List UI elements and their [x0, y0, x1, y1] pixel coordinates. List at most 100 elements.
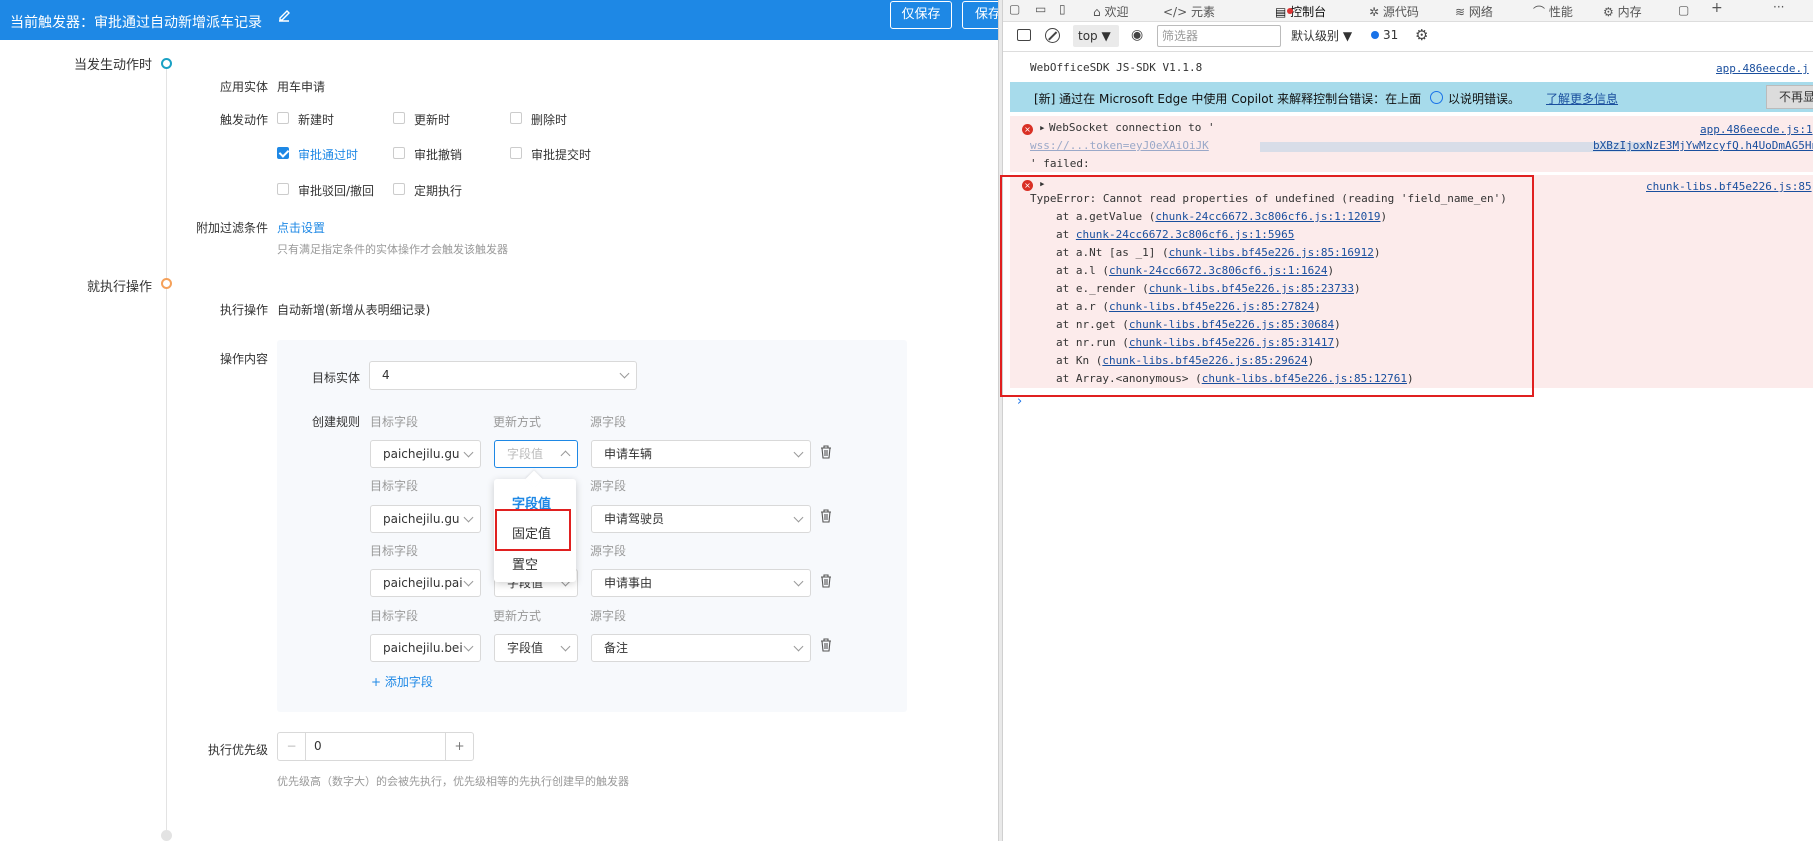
dont-show-again-button[interactable]: 不再显: [1766, 85, 1813, 109]
save-only-button[interactable]: 仅保存: [890, 1, 952, 29]
eye-icon[interactable]: ◉: [1131, 27, 1143, 43]
create-rule-label: 创建规则: [311, 415, 360, 429]
add-field-link[interactable]: + 添加字段: [371, 673, 433, 690]
content-label: 操作内容: [219, 352, 268, 366]
op-value: 自动新增(新增从表明细记录): [277, 303, 431, 317]
source-field-select-1[interactable]: 申请驾驶员: [591, 505, 811, 533]
tab-sources[interactable]: ✲ 源代码: [1369, 3, 1419, 20]
edit-icon[interactable]: [277, 8, 293, 24]
tab-elements[interactable]: </> 元素: [1163, 3, 1215, 20]
target-field-select-0[interactable]: paichejilu.gu: [370, 440, 481, 468]
delete-row-icon-3[interactable]: [820, 638, 832, 652]
ws-url-tail[interactable]: bXBzIjoxNzE3MjYwMzcyfQ.h4UoDmAG5Hn: [1593, 139, 1813, 152]
error-icon: ×: [1022, 124, 1033, 135]
expand-arrow-icon[interactable]: ▸: [1039, 121, 1046, 134]
col-target-header-2: 目标字段: [370, 544, 419, 558]
timeline-dot-execute: [161, 278, 172, 289]
device-toolbar-icon[interactable]: ▢: [1009, 2, 1020, 16]
update-mode-dropdown: 字段值 固定值 置空: [494, 470, 576, 582]
dropdown-option-empty[interactable]: 置空: [512, 554, 538, 573]
sidebar-icon[interactable]: [1017, 29, 1031, 41]
type-error-source[interactable]: chunk-libs.bf45e226.js:85: [1646, 180, 1812, 193]
save-button[interactable]: 保存: [962, 1, 998, 29]
target-field-select-2[interactable]: paichejilu.pai: [370, 569, 481, 597]
priority-input[interactable]: 0: [314, 733, 322, 760]
col-update-header-0: 更新方式: [493, 415, 542, 429]
ws-error-entry: × ▸ WebSocket connection to ' app.486eec…: [1010, 116, 1813, 172]
source-field-select-3[interactable]: 备注: [591, 634, 811, 662]
chevron-down-icon: [560, 641, 571, 652]
priority-increment-button[interactable]: +: [445, 733, 473, 760]
console-filter-input[interactable]: 筛选器: [1157, 25, 1281, 47]
target-field-select-3[interactable]: paichejilu.bei: [370, 634, 481, 662]
action-checkbox-4[interactable]: [393, 147, 405, 159]
entity-value: 用车申请: [277, 80, 326, 94]
add-tab-icon[interactable]: +: [1711, 0, 1723, 16]
action-label-2: 删除时: [531, 113, 568, 127]
tab-performance-label: 性能: [1548, 5, 1573, 19]
more-options-icon[interactable]: ···: [1773, 0, 1784, 14]
tab-performance[interactable]: ⌒ 性能: [1533, 3, 1573, 20]
more-tabs-icon[interactable]: ▢: [1678, 3, 1689, 17]
action-checkbox-5[interactable]: [510, 147, 522, 159]
action-label-0: 新建时: [298, 113, 335, 127]
action-checkbox-0[interactable]: [277, 112, 289, 124]
context-select[interactable]: top ▼: [1073, 25, 1119, 47]
tab-sources-label: 源代码: [1382, 5, 1419, 19]
copilot-banner: [新] 通过在 Microsoft Edge 中使用 Copilot 来解释控制…: [1010, 82, 1813, 112]
update-mode-placeholder: 字段值: [507, 447, 544, 461]
source-field-value: 申请驾驶员: [604, 512, 665, 526]
action-label-3: 审批通过时: [298, 148, 359, 162]
tab-memory[interactable]: ⚙ 内存: [1603, 3, 1642, 20]
update-mode-select-0[interactable]: 字段值: [494, 440, 578, 468]
copilot-learn-more-link[interactable]: 了解更多信息: [1546, 90, 1618, 107]
issues-count[interactable]: 31: [1383, 28, 1398, 42]
settings-gear-icon[interactable]: ⚙: [1415, 26, 1428, 44]
action-checkbox-2[interactable]: [510, 112, 522, 124]
copilot-icon: [1430, 91, 1443, 104]
ws-error-source[interactable]: app.486eecde.js:1: [1700, 123, 1813, 136]
page-title: 当前触发器：审批通过自动新增派车记录: [10, 15, 262, 31]
target-field-value: paichejilu.gu: [383, 512, 460, 526]
priority-hint: 优先级高（数字大）的会被先执行，优先级相等的先执行创建早的触发器: [277, 775, 629, 788]
sdk-log-source[interactable]: app.486eecde.j: [1716, 62, 1809, 75]
tab-memory-label: 内存: [1617, 5, 1642, 19]
col-source-header-0: 源字段: [590, 415, 627, 429]
chevron-down-icon: [463, 512, 474, 523]
dock-icon[interactable]: ▭: [1035, 2, 1046, 16]
delete-row-icon-2[interactable]: [820, 574, 832, 588]
filter-label: 附加过滤条件: [195, 221, 268, 235]
update-mode-select-3[interactable]: 字段值: [494, 634, 578, 662]
ws-url-head[interactable]: wss://...token=eyJ0eXAiOiJK: [1030, 139, 1209, 152]
action-checkbox-6[interactable]: [277, 183, 289, 195]
issues-icon[interactable]: [1371, 31, 1379, 39]
delete-row-icon-1[interactable]: [820, 509, 832, 523]
tab-network-label: 网络: [1468, 5, 1493, 19]
action-checkbox-7[interactable]: [393, 183, 405, 195]
target-entity-select[interactable]: 4: [369, 361, 637, 390]
target-field-select-1[interactable]: paichejilu.gu: [370, 505, 481, 533]
ws-url-redacted: [1260, 142, 1650, 152]
trigger-action-label: 触发动作: [219, 113, 268, 127]
trigger-section-label: 当发生动作时: [73, 58, 152, 73]
action-label-1: 更新时: [414, 113, 451, 127]
source-field-select-2[interactable]: 申请事由: [591, 569, 811, 597]
log-level-select[interactable]: 默认级别 ▼: [1291, 27, 1352, 44]
tab-network[interactable]: ≋ 网络: [1455, 3, 1493, 20]
console-prompt-icon[interactable]: ›: [1017, 394, 1022, 409]
source-field-select-0[interactable]: 申请车辆: [591, 440, 811, 468]
sidebar-toggle-icon[interactable]: ▯: [1059, 2, 1066, 16]
chevron-down-icon: [463, 576, 474, 587]
priority-decrement-button[interactable]: −: [278, 733, 306, 760]
tab-console[interactable]: ▤ 控制台: [1275, 3, 1327, 24]
tab-welcome[interactable]: ⌂ 欢迎: [1093, 3, 1128, 20]
tab-console-label: 控制台: [1290, 5, 1327, 19]
chevron-down-icon: [793, 512, 804, 523]
target-entity-value: 4: [382, 368, 390, 382]
filter-link[interactable]: 点击设置: [277, 219, 325, 236]
delete-row-icon-0[interactable]: [820, 445, 832, 459]
trigger-editor-pane: 当前触发器：审批通过自动新增派车记录 仅保存 保存 当发生动作时 应用实体 用车…: [0, 0, 998, 841]
action-checkbox-1[interactable]: [393, 112, 405, 124]
action-checkbox-3[interactable]: [277, 147, 289, 159]
action-label-4: 审批撤销: [414, 148, 463, 162]
